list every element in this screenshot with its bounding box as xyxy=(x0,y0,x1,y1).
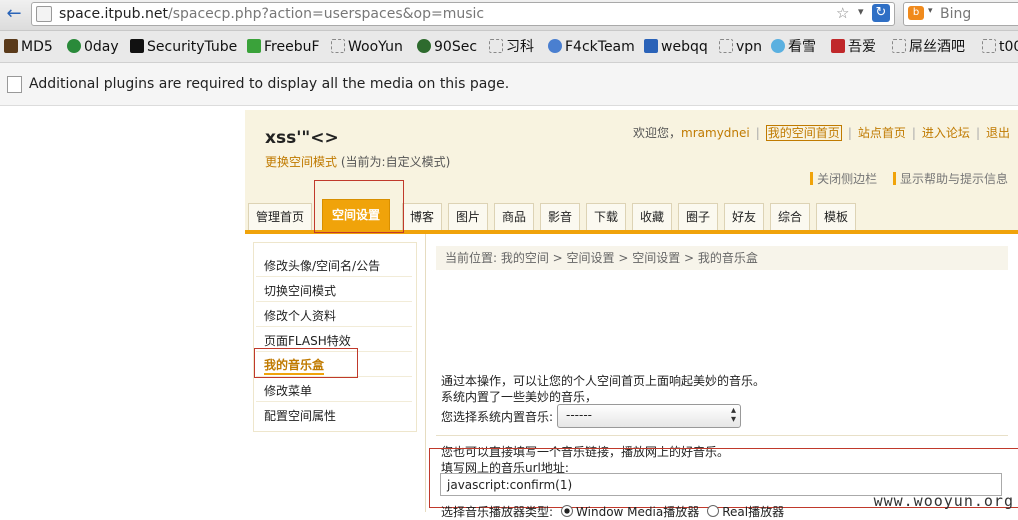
bookmark-vpn[interactable]: vpn xyxy=(719,38,762,56)
bookmarks-bar: MD5 0day SecurityTube FreebuF WooYun 90S… xyxy=(0,31,1018,63)
space-title: xss'"<> xyxy=(265,128,339,148)
bookmark-f4ckteam[interactable]: F4ckTeam xyxy=(548,38,635,56)
breadcrumb: 当前位置: 我的空间 > 空间设置 > 空间设置 > 我的音乐盒 xyxy=(436,246,1008,270)
tab-templates[interactable]: 模板 xyxy=(816,203,856,230)
url-host: space.itpub.net xyxy=(59,6,168,22)
plugin-puzzle-icon xyxy=(7,76,22,93)
back-arrow-icon[interactable]: ← xyxy=(2,3,26,25)
close-sidebar-link[interactable]: 关闭侧边栏 xyxy=(817,172,877,186)
bookmark-icon xyxy=(719,39,733,53)
bookmark-icon xyxy=(247,39,261,53)
bookmark-kanxue[interactable]: 看雪 xyxy=(771,38,816,56)
url-path: /spacecp.php?action=userspaces&op=music xyxy=(167,6,485,22)
system-music-select[interactable]: ------ ▴ ▾ xyxy=(557,404,741,428)
welcome-text: 欢迎您， xyxy=(633,126,682,140)
space-header: xss'"<> 更换空间模式 (当前为:自定义模式) 欢迎您，mramydnei… xyxy=(245,110,1018,188)
tab-favorites[interactable]: 收藏 xyxy=(632,203,672,230)
bookmark-icon xyxy=(644,39,658,53)
bookmark-wooyun[interactable]: WooYun xyxy=(331,38,403,56)
plugin-notification-bar: Additional plugins are required to displ… xyxy=(0,63,1018,106)
bookmark-webqq[interactable]: webqq xyxy=(644,38,708,56)
bookmark-freebuf[interactable]: FreebuF xyxy=(247,38,320,56)
menu-flash-effects[interactable]: 页面FLASH特效 xyxy=(264,332,351,349)
tab-friends[interactable]: 好友 xyxy=(724,203,764,230)
radio-windows-media[interactable] xyxy=(561,505,574,517)
bookmark-star-icon[interactable]: ☆ xyxy=(836,4,849,22)
bookmark-90sec[interactable]: 90Sec xyxy=(417,38,477,56)
bookmark-icon xyxy=(4,39,18,53)
menu-highlight-box xyxy=(254,348,358,378)
page-content: xss'"<> 更换空间模式 (当前为:自定义模式) 欢迎您，mramydnei… xyxy=(0,106,1018,519)
bookmark-icon xyxy=(331,39,345,53)
search-placeholder[interactable]: Bing xyxy=(940,5,971,23)
bookmark-52pojie[interactable]: 吾爱 xyxy=(831,38,876,56)
side-links: 关闭侧边栏 显示帮助与提示信息 xyxy=(810,170,1008,187)
player-type-label: 选择音乐播放器类型: xyxy=(441,505,554,519)
bookmark-icon xyxy=(771,39,785,53)
radio-windows-media-label: Window Media播放器 xyxy=(576,505,700,519)
menu-edit-avatar-name[interactable]: 修改头像/空间名/公告 xyxy=(264,257,380,274)
url-history-dropdown-icon[interactable]: ▾ xyxy=(858,5,864,18)
menu-edit-menu[interactable]: 修改菜单 xyxy=(264,382,312,399)
tab-blog[interactable]: 博客 xyxy=(402,203,442,230)
radio-real-player-label: Real播放器 xyxy=(722,505,785,519)
search-engine-dropdown-icon[interactable]: ▾ xyxy=(928,6,933,16)
tab-download[interactable]: 下载 xyxy=(586,203,626,230)
bookmark-securitytube[interactable]: SecurityTube xyxy=(130,38,237,56)
bookmark-icon xyxy=(67,39,81,53)
intro-text-2: 系统内置了一些美妙的音乐， xyxy=(441,390,598,404)
show-help-link[interactable]: 显示帮助与提示信息 xyxy=(900,172,1008,186)
system-music-label: 您选择系统内置音乐: xyxy=(441,410,554,424)
enter-forum-link[interactable]: 进入论坛 xyxy=(922,126,970,140)
tab-video[interactable]: 影音 xyxy=(540,203,580,230)
radio-real-player[interactable] xyxy=(707,505,720,517)
bookmark-t00[interactable]: t00 xyxy=(982,38,1018,56)
tab-goods[interactable]: 商品 xyxy=(494,203,534,230)
reload-icon[interactable]: ↻ xyxy=(872,4,890,22)
bookmark-xike[interactable]: 习科 xyxy=(489,38,534,56)
top-links: 欢迎您，mramydnei | 我的空间首页 | 站点首页 | 进入论坛 | 退出 xyxy=(633,125,1010,141)
bookmark-icon xyxy=(982,39,996,53)
settings-sidebar: 修改头像/空间名/公告 切换空间模式 修改个人资料 页面FLASH特效 我的音乐… xyxy=(253,242,417,432)
switch-mode-row: 更换空间模式 (当前为:自定义模式) xyxy=(265,153,450,170)
bookmark-icon xyxy=(892,39,906,53)
address-bar[interactable]: space.itpub.net/spacecp.php?action=users… xyxy=(31,2,895,26)
menu-space-properties[interactable]: 配置空间属性 xyxy=(264,407,336,424)
bookmark-icon xyxy=(130,39,144,53)
search-engine-icon[interactable]: b xyxy=(908,6,924,20)
tab-images[interactable]: 图片 xyxy=(448,203,488,230)
logout-link[interactable]: 退出 xyxy=(986,126,1010,140)
tab-highlight-box xyxy=(314,180,404,233)
select-updown-icon: ▴ ▾ xyxy=(730,405,736,425)
page-favicon-icon xyxy=(36,6,52,22)
bookmark-icon xyxy=(548,39,562,53)
url-text[interactable]: space.itpub.net/spacecp.php?action=users… xyxy=(59,5,484,23)
watermark: www.wooyun.org xyxy=(873,492,1014,510)
current-mode-text: (当前为:自定义模式) xyxy=(340,155,451,169)
bookmark-diaosi-bar[interactable]: 屌丝酒吧 xyxy=(892,38,965,56)
tab-circles[interactable]: 圈子 xyxy=(678,203,718,230)
bookmark-0day[interactable]: 0day xyxy=(67,38,119,56)
browser-toolbar: ← space.itpub.net/spacecp.php?action=use… xyxy=(0,0,1018,31)
plugin-message: Additional plugins are required to displ… xyxy=(29,76,510,92)
tab-general[interactable]: 综合 xyxy=(770,203,810,230)
menu-edit-profile[interactable]: 修改个人资料 xyxy=(264,307,336,324)
system-music-selected-value: ------ xyxy=(566,408,592,422)
bookmark-icon xyxy=(417,39,431,53)
intro-text-1: 通过本操作，可以让您的个人空间首页上面响起美妙的音乐。 xyxy=(441,374,766,388)
tab-manage-home[interactable]: 管理首页 xyxy=(248,203,312,230)
site-home-link[interactable]: 站点首页 xyxy=(858,126,906,140)
bookmark-icon xyxy=(831,39,845,53)
menu-switch-mode[interactable]: 切换空间模式 xyxy=(264,282,336,299)
username-link[interactable]: mramydnei xyxy=(681,126,750,140)
search-bar[interactable]: b ▾ Bing xyxy=(903,2,1018,26)
switch-mode-link[interactable]: 更换空间模式 xyxy=(265,155,337,169)
content-separator xyxy=(436,435,1008,436)
my-space-home-link[interactable]: 我的空间首页 xyxy=(765,125,842,141)
content-divider xyxy=(425,234,426,512)
bookmark-icon xyxy=(489,39,503,53)
bookmark-md5[interactable]: MD5 xyxy=(4,38,53,56)
